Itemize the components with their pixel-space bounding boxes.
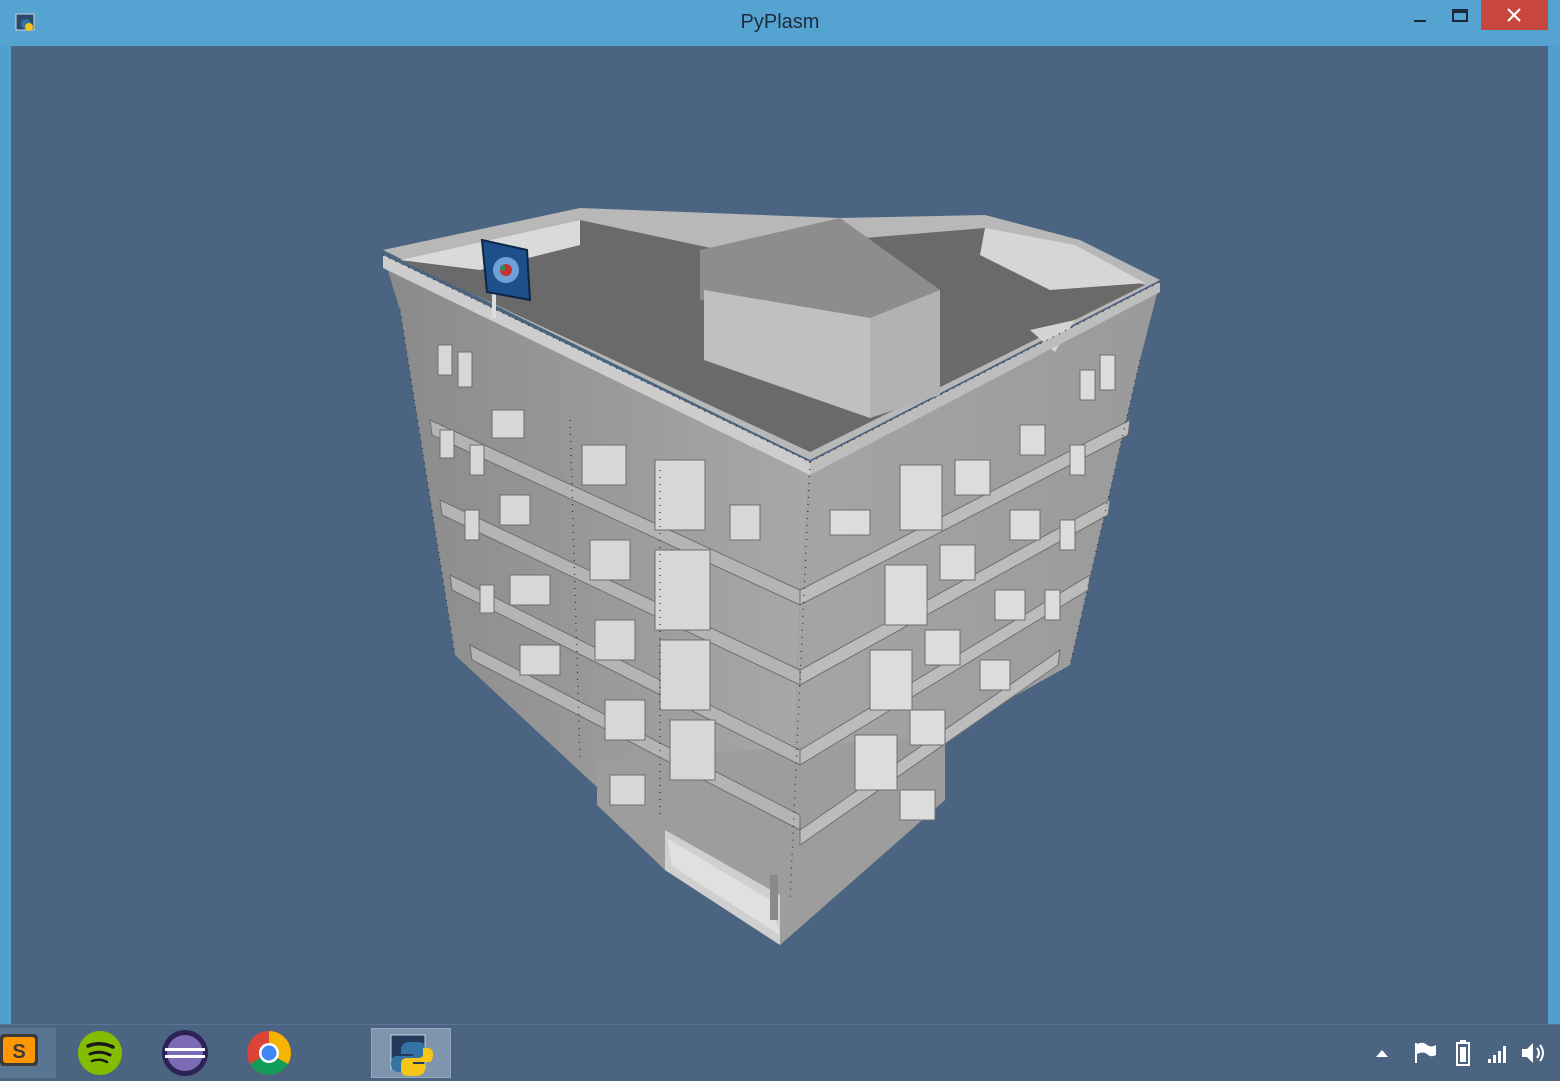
3d-viewport[interactable] [11, 46, 1548, 1024]
taskbar-chrome[interactable] [245, 1028, 293, 1078]
taskbar-eclipse[interactable] [160, 1028, 210, 1078]
network-signal-icon [1488, 1046, 1506, 1063]
action-center-flag-icon [1415, 1042, 1436, 1063]
battery-button[interactable] [1452, 1039, 1478, 1067]
building-model [382, 208, 1161, 945]
network-button[interactable] [1486, 1039, 1512, 1067]
action-center-button[interactable] [1410, 1039, 1440, 1067]
close-icon [1507, 8, 1521, 22]
title-bar[interactable]: PyPlasm [0, 0, 1560, 46]
taskbar-spotify[interactable] [76, 1028, 124, 1078]
taskbar: S [0, 1024, 1560, 1081]
show-hidden-icons-button[interactable] [1372, 1039, 1392, 1067]
volume-button[interactable] [1518, 1039, 1548, 1067]
column [770, 875, 778, 920]
minimize-icon [1414, 20, 1426, 22]
show-hidden-icons-icon [1376, 1050, 1388, 1057]
pyplasm-window: PyPlasm [0, 0, 1560, 1024]
close-button[interactable] [1481, 0, 1548, 30]
maximize-button[interactable] [1440, 0, 1480, 30]
taskbar-sublime-text[interactable]: S [0, 1028, 56, 1078]
sublime-text-icon: S [12, 1041, 25, 1063]
minimize-button[interactable] [1400, 0, 1440, 30]
window-title: PyPlasm [740, 11, 820, 33]
volume-icon [1522, 1043, 1544, 1063]
battery-icon [1456, 1040, 1470, 1066]
taskbar-pyplasm[interactable] [371, 1028, 451, 1078]
